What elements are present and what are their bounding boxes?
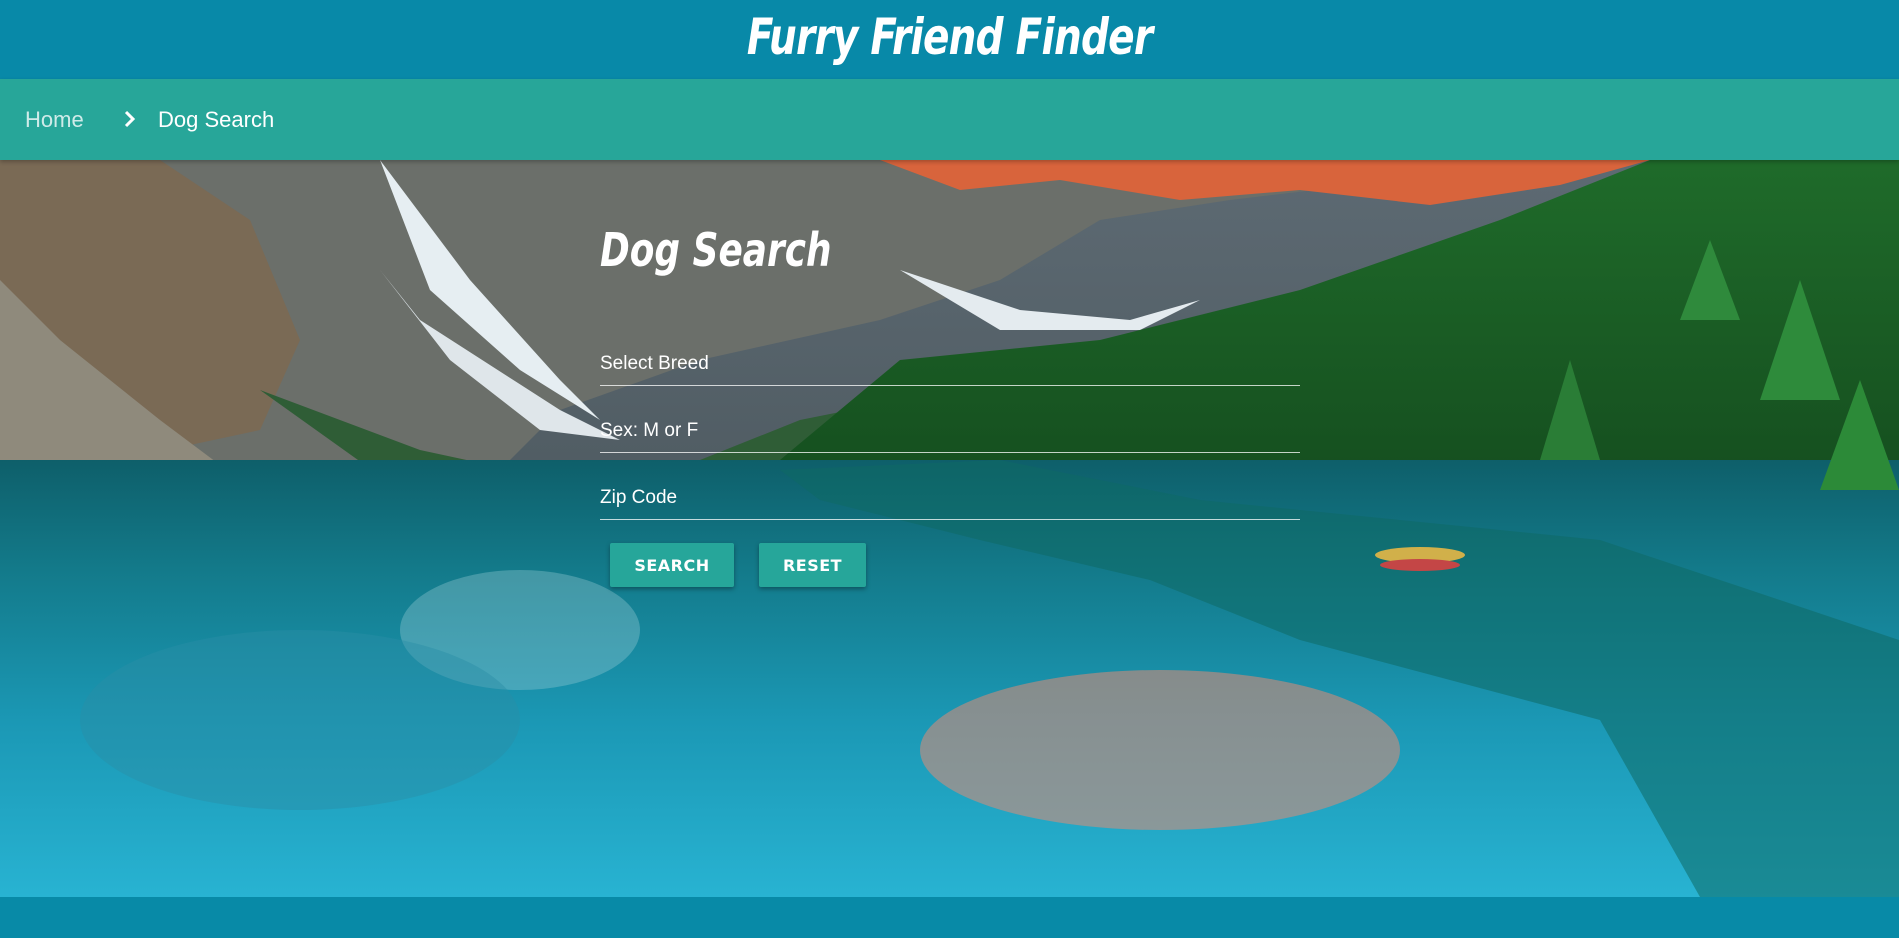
breadcrumb: Home Dog Search: [0, 79, 1899, 160]
hero-background: [0, 160, 1899, 897]
search-button[interactable]: SEARCH: [610, 543, 734, 587]
chevron-right-icon: [124, 110, 136, 128]
sex-input[interactable]: [600, 409, 1300, 453]
footer-bar: [0, 897, 1899, 938]
zip-code-input[interactable]: [600, 476, 1300, 520]
mountain-lake-image: [0, 160, 1899, 897]
brand-title: Furry Friend Finder: [746, 8, 1153, 66]
top-header: Furry Friend Finder: [0, 0, 1899, 79]
page-title: Dog Search: [600, 223, 832, 277]
reset-button[interactable]: RESET: [759, 543, 866, 587]
breadcrumb-home-link[interactable]: Home: [25, 79, 84, 160]
breadcrumb-current: Dog Search: [158, 107, 275, 132]
breed-input[interactable]: [600, 342, 1300, 386]
